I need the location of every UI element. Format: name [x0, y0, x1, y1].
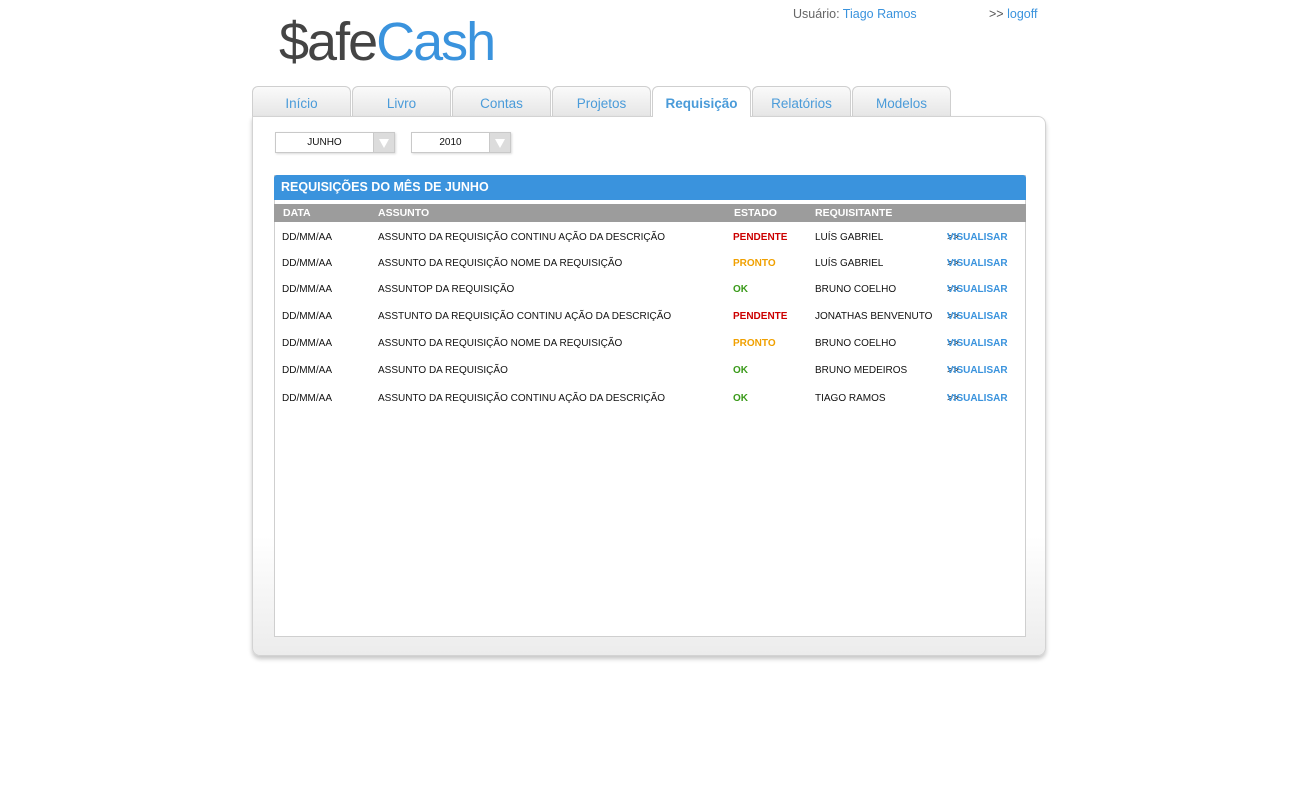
status-badge: PRONTO [733, 258, 776, 269]
status-badge: PENDENTE [733, 232, 788, 243]
cell-subject: ASSTUNTO DA REQUISIÇÃO CONTINU AÇÃO DA D… [378, 311, 672, 322]
tab-livro[interactable]: Livro [352, 86, 451, 116]
view-link[interactable]: VISUALISAR [947, 228, 1008, 248]
tab-projetos[interactable]: Projetos [552, 86, 651, 116]
month-select-value: JUNHO [307, 137, 342, 148]
header-requester: REQUISITANTE [815, 207, 893, 219]
status-badge: PENDENTE [733, 311, 788, 322]
logoff-prefix: >> [989, 7, 1004, 21]
cell-requester: BRUNO MEDEIROS [815, 365, 908, 376]
user-name: Tiago Ramos [842, 7, 917, 21]
header-status: ESTADO [734, 207, 777, 219]
tab-contas[interactable]: Contas [452, 86, 551, 116]
cell-subject: ASSUNTO DA REQUISIÇÃO [378, 365, 508, 376]
table-header: DATA ASSUNTO ESTADO REQUISITANTE [274, 204, 1026, 222]
cell-requester: JONATHAS BENVENUTO [815, 311, 933, 322]
table-row: DD/MM/AA ASSTUNTO DA REQUISIÇÃO CONTINU … [274, 307, 1026, 329]
status-badge: OK [733, 365, 748, 376]
cell-subject: ASSUNTO DA REQUISIÇÃO CONTINU AÇÃO DA DE… [378, 393, 666, 404]
logo-part-cash: Cash [376, 12, 496, 72]
table-row: DD/MM/AA ASSUNTO DA REQUISIÇÃO NOME DA R… [274, 254, 1026, 276]
view-link[interactable]: VISUALISAR [947, 280, 1008, 300]
view-link[interactable]: VISUALISAR [947, 361, 1008, 381]
view-link[interactable]: VISUALISAR [947, 254, 1008, 274]
safecash-logo: $afeCash [279, 12, 496, 72]
section-title: REQUISIÇÕES DO MÊS DE JUNHO [274, 175, 1026, 200]
logo-part-dollar: $afe [279, 12, 378, 72]
logoff-area: >> logoff [989, 7, 1037, 21]
cell-date: DD/MM/AA [282, 311, 332, 322]
cell-requester: LUÍS GABRIEL [815, 258, 884, 269]
year-select-value: 2010 [439, 137, 462, 148]
view-link[interactable]: VISUALISAR [947, 389, 1008, 409]
user-label: Usuário: [793, 7, 840, 21]
cell-date: DD/MM/AA [282, 258, 332, 269]
cell-date: DD/MM/AA [282, 338, 332, 349]
cell-subject: ASSUNTO DA REQUISIÇÃO CONTINU AÇÃO DA DE… [378, 232, 666, 243]
year-select[interactable]: 2010 [411, 132, 511, 153]
header-subject: ASSUNTO [378, 207, 430, 219]
cell-requester: TIAGO RAMOS [815, 393, 886, 404]
cell-requester: BRUNO COELHO [815, 284, 897, 295]
cell-requester: BRUNO COELHO [815, 338, 897, 349]
table-row: DD/MM/AA ASSUNTO DA REQUISIÇÃO OK BRUNO … [274, 361, 1026, 383]
tab-inicio[interactable]: Início [252, 86, 351, 116]
status-badge: OK [733, 284, 748, 295]
cell-date: DD/MM/AA [282, 284, 332, 295]
view-link[interactable]: VISUALISAR [947, 334, 1008, 354]
view-link[interactable]: VISUALISAR [947, 307, 1008, 327]
cell-requester: LUÍS GABRIEL [815, 232, 884, 243]
cell-date: DD/MM/AA [282, 393, 332, 404]
header-date: DATA [283, 207, 311, 219]
tab-modelos[interactable]: Modelos [852, 86, 951, 116]
cell-subject: ASSUNTOP DA REQUISIÇÃO [378, 284, 515, 295]
table-row: DD/MM/AA ASSUNTO DA REQUISIÇÃO NOME DA R… [274, 334, 1026, 356]
table-row: DD/MM/AA ASSUNTOP DA REQUISIÇÃO OK BRUNO… [274, 280, 1026, 302]
cell-subject: ASSUNTO DA REQUISIÇÃO NOME DA REQUISIÇÃO [378, 338, 623, 349]
status-badge: PRONTO [733, 338, 776, 349]
table-row: DD/MM/AA ASSUNTO DA REQUISIÇÃO CONTINU A… [274, 389, 1026, 411]
table-row: DD/MM/AA ASSUNTO DA REQUISIÇÃO CONTINU A… [274, 228, 1026, 250]
cell-subject: ASSUNTO DA REQUISIÇÃO NOME DA REQUISIÇÃO [378, 258, 623, 269]
cell-date: DD/MM/AA [282, 232, 332, 243]
status-badge: OK [733, 393, 748, 404]
chevron-down-icon[interactable] [373, 133, 394, 152]
user-info: Usuário: Tiago Ramos [793, 7, 917, 21]
tab-requisicao[interactable]: Requisição [652, 86, 751, 117]
month-select[interactable]: JUNHO [275, 132, 395, 153]
logoff-link[interactable]: logoff [1007, 7, 1037, 21]
tab-relatorios[interactable]: Relatórios [752, 86, 851, 116]
cell-date: DD/MM/AA [282, 365, 332, 376]
chevron-down-icon[interactable] [489, 133, 510, 152]
